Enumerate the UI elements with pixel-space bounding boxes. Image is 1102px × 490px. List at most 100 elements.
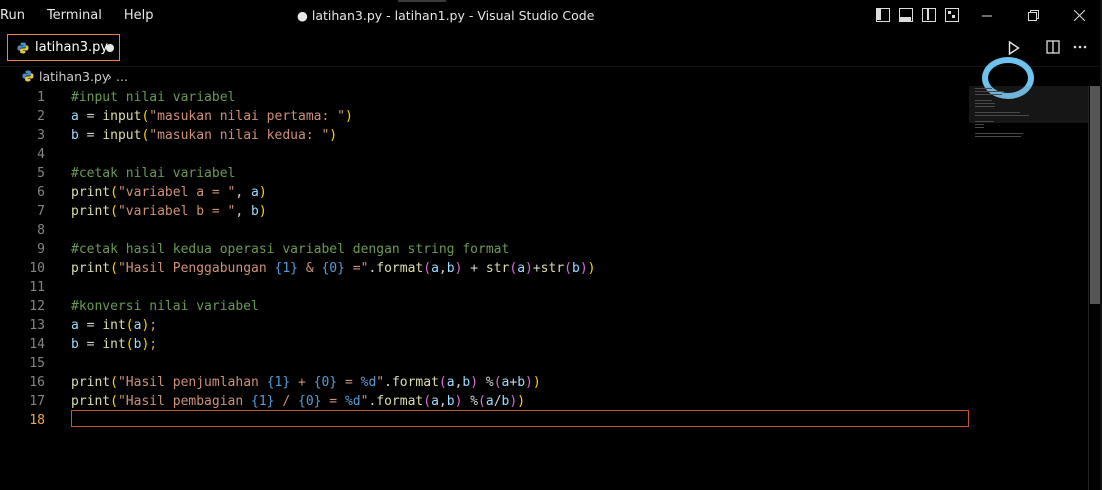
- code-function: format: [376, 261, 424, 276]
- code-variable: b: [517, 375, 526, 390]
- code-line[interactable]: 11: [0, 278, 970, 297]
- code-string: "Hasil pembagian: [117, 394, 252, 409]
- breadcrumb: latihan3.py › ...: [0, 66, 1102, 86]
- code-line[interactable]: 18: [0, 411, 970, 430]
- code-string: ;: [149, 318, 158, 333]
- restore-icon: [1027, 10, 1039, 21]
- minimap-line: [975, 112, 1020, 113]
- line-number: 17: [29, 394, 45, 409]
- line-number: 5: [37, 166, 45, 181]
- code-line[interactable]: 17 print("Hasil pembagian {1} / {0} = %d"…: [0, 392, 970, 411]
- line-code: #cetak nilai variabel: [71, 164, 235, 183]
- window-controls: [964, 0, 1102, 31]
- code-line[interactable]: 4: [0, 145, 970, 164]
- code-line[interactable]: 12 #konversi nilai variabel: [0, 297, 970, 316]
- code-line[interactable]: 8: [0, 221, 970, 240]
- code-placeholder: {0}: [298, 394, 322, 409]
- minimap-line: [975, 91, 1004, 92]
- code-string: =: [321, 394, 345, 409]
- code-punctuation: +: [462, 261, 486, 276]
- code-punctuation: %: [478, 375, 494, 390]
- breadcrumb-more[interactable]: › ...: [107, 69, 128, 84]
- code-line[interactable]: 3 b = input("masukan nilai kedua: "): [0, 126, 970, 145]
- code-string: "masukan nilai kedua: ": [149, 128, 330, 143]
- line-number: 10: [29, 261, 45, 276]
- line-number: 9: [37, 242, 45, 257]
- code-bracket: ): [329, 128, 338, 143]
- code-line[interactable]: 2 a = input("masukan nilai pertama: "): [0, 107, 970, 126]
- tab-latihan3[interactable]: latihan3.py: [7, 34, 120, 61]
- line-code: a = int(a);: [71, 316, 157, 335]
- code-bracket: (: [564, 261, 572, 276]
- toggle-primary-sidebar-icon[interactable]: [876, 8, 890, 22]
- line-number: 16: [29, 375, 45, 390]
- code-placeholder: %d: [344, 394, 361, 409]
- line-code: print("Hasil Penggabungan {1} & {0} =".f…: [71, 259, 595, 278]
- line-number: 14: [29, 337, 45, 352]
- customize-layout-icon[interactable]: [945, 8, 959, 22]
- code-variable: a: [517, 261, 526, 276]
- code-variable: a: [431, 394, 439, 409]
- run-python-file-icon: [1008, 41, 1020, 55]
- code-function: print: [71, 204, 111, 219]
- minimap[interactable]: [975, 88, 1039, 137]
- code-function: format: [391, 375, 439, 390]
- close-button[interactable]: [1056, 0, 1102, 31]
- code-bracket: (: [110, 185, 118, 200]
- more-actions-button[interactable]: [1070, 37, 1090, 57]
- code-line[interactable]: 14 b = int(b);: [0, 335, 970, 354]
- close-icon: [1073, 10, 1085, 21]
- code-line[interactable]: 10 print("Hasil Penggabungan {1} & {0} ="…: [0, 259, 970, 278]
- code-punctuation: /: [493, 394, 502, 409]
- line-code: print("variabel b = ", b): [71, 202, 267, 221]
- code-placeholder: {0}: [321, 261, 345, 276]
- code-bracket: (: [438, 375, 447, 390]
- line-code: b = input("masukan nilai kedua: "): [71, 126, 337, 145]
- minimize-button[interactable]: [964, 0, 1010, 31]
- code-editor[interactable]: 1 #input nilai variabel 2 a = input("masuka…: [0, 86, 1102, 490]
- code-placeholder: {0}: [313, 375, 338, 390]
- code-line[interactable]: 9 #cetak hasil kedua operasi variabel den…: [0, 240, 970, 259]
- run-python-file-button[interactable]: [999, 34, 1029, 62]
- code-placeholder: %d: [360, 375, 377, 390]
- toggle-secondary-sidebar-icon[interactable]: [922, 8, 936, 22]
- code-punctuation: ,: [438, 261, 447, 276]
- toggle-panel-icon[interactable]: [899, 8, 913, 22]
- code-function: format: [376, 394, 424, 409]
- line-number: 18: [29, 413, 45, 428]
- split-editor-button[interactable]: [1043, 37, 1063, 57]
- code-line[interactable]: 5 #cetak nilai variabel: [0, 164, 970, 183]
- code-placeholder: {1}: [274, 261, 298, 276]
- code-line[interactable]: 13 a = int(a);: [0, 316, 970, 335]
- code-bracket: (: [478, 394, 486, 409]
- more-actions-icon: [1073, 45, 1087, 49]
- code-bracket: ): [532, 375, 541, 390]
- code-bracket: (: [125, 318, 134, 333]
- minimap-line: [975, 103, 995, 104]
- menu-terminal[interactable]: Terminal: [36, 0, 113, 31]
- code-string: "Hasil penjumlahan: [117, 375, 267, 390]
- unsaved-dot-icon[interactable]: [106, 44, 114, 52]
- code-bracket: (: [110, 204, 118, 219]
- menu-help[interactable]: Help: [113, 0, 165, 31]
- code-variable: b: [71, 128, 79, 143]
- line-number: 3: [37, 128, 45, 143]
- code-variable: a: [431, 261, 439, 276]
- line-code: print("Hasil pembagian {1} / {0} = %d".f…: [71, 392, 525, 411]
- code-line[interactable]: 16 print("Hasil penjumlahan {1} + {0} = %…: [0, 373, 970, 392]
- code-bracket: (: [110, 261, 118, 276]
- menu-run[interactable]: Run: [0, 0, 36, 31]
- code-line[interactable]: 7 print("variabel b = ", b): [0, 202, 970, 221]
- code-line[interactable]: 1 #input nilai variabel: [0, 88, 970, 107]
- code-bracket: (: [509, 261, 518, 276]
- code-bracket: (: [110, 375, 118, 390]
- title-bar: Run Terminal Help ● latihan3.py - latiha…: [0, 0, 1102, 31]
- code-string: "masukan nilai pertama: ": [149, 109, 345, 124]
- restore-button[interactable]: [1010, 0, 1056, 31]
- breadcrumb-file[interactable]: latihan3.py: [22, 69, 109, 84]
- code-bracket: ): [587, 261, 596, 276]
- code-line[interactable]: 15: [0, 354, 970, 373]
- code-line[interactable]: 6 print("variabel a = ", a): [0, 183, 970, 202]
- minimap-line: [975, 88, 992, 89]
- code-string: =": [344, 261, 369, 276]
